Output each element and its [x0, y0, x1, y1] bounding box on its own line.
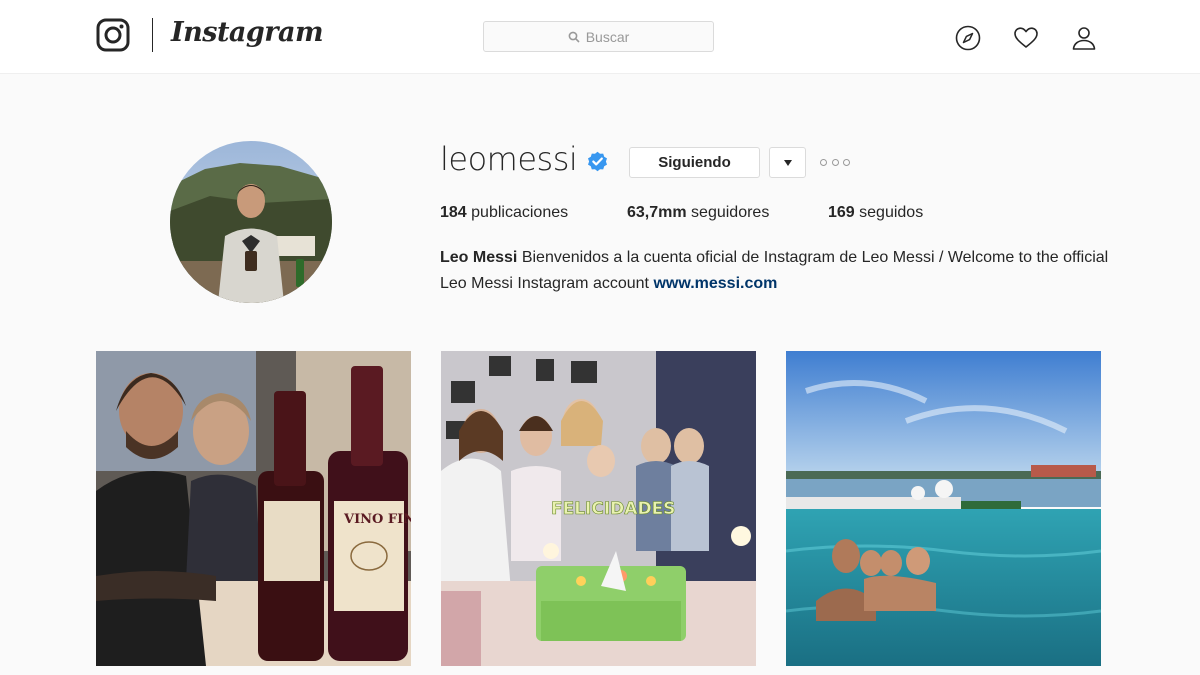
posts-label: publicaciones [471, 204, 569, 221]
logo-divider [152, 18, 153, 52]
instagram-glyph-icon[interactable] [96, 18, 130, 52]
posts-count: 184 [440, 204, 467, 221]
following-button[interactable]: Siguiendo [629, 147, 760, 178]
user-icon[interactable] [1071, 25, 1097, 51]
search-icon [568, 31, 580, 43]
profile-full-name: Leo Messi [440, 249, 518, 266]
follow-dropdown-button[interactable] [769, 147, 806, 178]
top-navigation-bar: Instagram Buscar [0, 0, 1200, 74]
search-placeholder: Buscar [585, 28, 630, 45]
profile-username: leomessi [440, 140, 578, 178]
post-thumbnail[interactable]: VINO FINO [96, 351, 411, 666]
compass-icon[interactable] [955, 25, 981, 51]
verified-badge-icon [588, 151, 607, 172]
dot-icon [820, 158, 827, 166]
svg-text:FELICIDADES: FELICIDADES [551, 499, 675, 519]
following-label: seguidos [859, 204, 924, 221]
profile-bio: Leo Messi Bienvenidos a la cuenta oficia… [440, 245, 1110, 297]
dot-icon [843, 158, 850, 166]
bio-website-link[interactable]: www.messi.com [653, 275, 777, 292]
followers-count: 63,7mm [627, 204, 687, 221]
more-options-button[interactable] [820, 153, 850, 171]
following-count: 169 [828, 204, 855, 221]
heart-icon[interactable] [1013, 25, 1039, 51]
instagram-wordmark[interactable]: Instagram [171, 17, 324, 48]
search-input[interactable]: Buscar [483, 21, 714, 52]
posts-stat: 184 publicaciones [440, 204, 568, 222]
followers-label: seguidores [691, 204, 770, 221]
svg-text:VINO FINO: VINO FINO [343, 512, 411, 527]
dot-icon [831, 158, 839, 166]
followers-stat[interactable]: 63,7mm seguidores [627, 204, 769, 222]
post-thumbnail[interactable] [786, 351, 1101, 666]
profile-avatar [170, 141, 332, 303]
caret-down-icon [783, 159, 792, 166]
following-stat[interactable]: 169 seguidos [828, 204, 923, 222]
post-thumbnail[interactable]: FELICIDADES [441, 351, 756, 666]
